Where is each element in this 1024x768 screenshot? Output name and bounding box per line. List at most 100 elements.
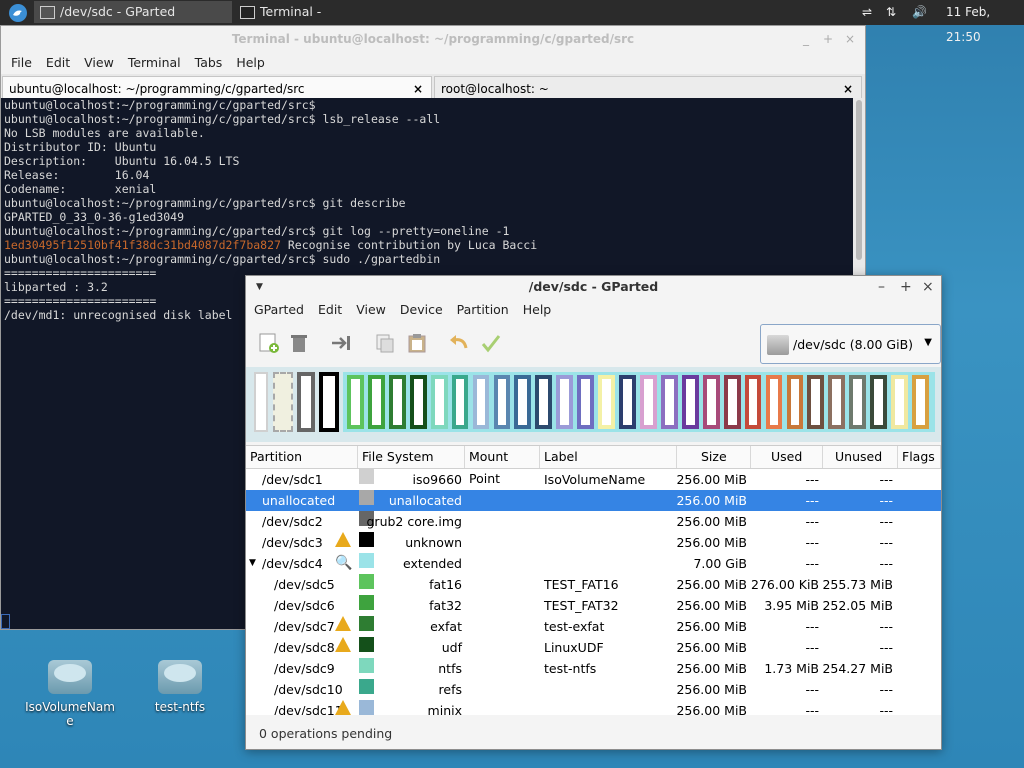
top-panel: /dev/sdc - GParted Terminal - ubuntu@loc… [0, 0, 1024, 44]
strip-seg-logical[interactable] [514, 375, 532, 429]
table-row[interactable]: /dev/sdc3 unknown 256.00 MiB --- --- [246, 532, 941, 553]
strip-seg-unallocated[interactable] [273, 372, 293, 432]
strip-seg-logical[interactable] [619, 375, 636, 429]
menu-partition[interactable]: Partition [450, 298, 516, 322]
strip-seg-logical[interactable] [535, 375, 553, 429]
xfce-logo-icon[interactable] [8, 3, 28, 23]
strip-seg-unknown[interactable] [319, 372, 339, 432]
strip-seg-logical[interactable] [640, 375, 657, 429]
clock[interactable]: 11 Feb, 21:50 [946, 0, 1024, 44]
table-row[interactable]: /dev/sdc8 udf LinuxUDF 256.00 MiB --- --- [246, 637, 941, 658]
maximize-icon[interactable]: + [900, 276, 912, 298]
tab-root[interactable]: root@localhost: ~ × [434, 76, 862, 100]
taskbar-gparted[interactable]: /dev/sdc - GParted [34, 1, 232, 23]
menu-tabs[interactable]: Tabs [188, 52, 230, 74]
strip-seg-extended[interactable] [343, 372, 935, 432]
gparted-titlebar[interactable]: ▼ /dev/sdc - GParted – + × [246, 276, 941, 298]
expander-icon[interactable]: ▼ [249, 553, 256, 574]
col-used[interactable]: Used [751, 446, 823, 468]
table-row[interactable]: unallocated unallocated 256.00 MiB --- --- [246, 490, 941, 511]
menu-view[interactable]: View [77, 52, 121, 74]
strip-seg-logical[interactable] [681, 375, 699, 429]
taskbar-terminal[interactable]: Terminal - ubuntu@localhost... [234, 1, 444, 41]
menu-view[interactable]: View [349, 298, 393, 322]
col-size[interactable]: Size [677, 446, 751, 468]
paste-icon[interactable] [406, 332, 428, 354]
strip-seg-logical[interactable] [849, 375, 867, 429]
table-row[interactable]: /dev/sdc6 fat32 TEST_FAT32 256.00 MiB 3.95 M… [246, 595, 941, 616]
strip-seg-logical[interactable] [451, 375, 469, 429]
tab-ubuntu[interactable]: ubuntu@localhost: ~/programming/c/gparte… [2, 76, 432, 100]
strip-seg-logical[interactable] [367, 375, 385, 429]
menu-edit[interactable]: Edit [311, 298, 349, 322]
table-row[interactable]: /dev/sdc10 refs 256.00 MiB --- --- [246, 679, 941, 700]
table-row[interactable]: /dev/sdc11 minix 256.00 MiB --- --- [246, 700, 941, 715]
copy-icon[interactable] [374, 332, 396, 354]
resize-move-icon[interactable] [330, 332, 352, 354]
menu-device[interactable]: Device [393, 298, 450, 322]
strip-seg-logical[interactable] [409, 375, 427, 429]
table-row[interactable]: /dev/sdc1 iso9660 IsoVolumeName 256.00 MiB -… [246, 469, 941, 490]
volume-icon[interactable]: 🔊 [912, 0, 927, 25]
strip-seg-logical[interactable] [556, 375, 574, 429]
minimize-icon[interactable]: – [878, 276, 885, 298]
strip-seg-logical[interactable] [723, 375, 741, 429]
desktop-icon-test-ntfs[interactable]: test-ntfs [132, 660, 228, 714]
menu-gparted[interactable]: GParted [247, 298, 311, 322]
minimize-icon[interactable]: _ [803, 26, 809, 52]
strip-seg-logical[interactable] [786, 375, 804, 429]
maximize-icon[interactable]: + [823, 26, 833, 52]
menu-file[interactable]: File [4, 52, 39, 74]
fs-color-swatch [359, 637, 374, 652]
close-icon[interactable]: × [845, 26, 855, 52]
strip-seg-logical[interactable] [891, 375, 908, 429]
unused: --- [879, 619, 893, 634]
col-mountpoint[interactable]: Mount Point [465, 446, 540, 486]
unused: --- [879, 493, 893, 508]
menu-help[interactable]: Help [229, 52, 272, 74]
updown-arrows-icon[interactable]: ⇅ [886, 0, 896, 25]
strip-seg-logical[interactable] [472, 375, 490, 429]
strip-seg-logical[interactable] [493, 375, 511, 429]
delete-icon[interactable] [288, 332, 310, 354]
key-icon: 🔍 [335, 555, 353, 571]
device-selector[interactable]: /dev/sdc (8.00 GiB) ▼ [760, 324, 941, 364]
table-row[interactable]: /dev/sdc2 grub2 core.img 256.00 MiB --- --- [246, 511, 941, 532]
new-partition-icon[interactable] [258, 332, 280, 354]
menu-help[interactable]: Help [516, 298, 559, 322]
col-filesystem[interactable]: File System [358, 446, 465, 468]
strip-seg-logical[interactable] [744, 375, 762, 429]
strip-seg-logical[interactable] [347, 375, 364, 429]
strip-seg-grub2[interactable] [297, 372, 315, 432]
strip-seg-iso9660[interactable] [254, 372, 268, 432]
col-partition[interactable]: Partition [246, 446, 358, 468]
strip-seg-logical[interactable] [598, 375, 615, 429]
strip-seg-logical[interactable] [870, 375, 888, 429]
menu-edit[interactable]: Edit [39, 52, 77, 74]
table-row[interactable]: ▼ /dev/sdc4 🔍 extended 7.00 GiB --- --- [246, 553, 941, 574]
col-flags[interactable]: Flags [898, 446, 941, 468]
strip-seg-logical[interactable] [702, 375, 720, 429]
strip-seg-logical[interactable] [577, 375, 595, 429]
table-row[interactable]: /dev/sdc7 exfat test-exfat 256.00 MiB --- --- [246, 616, 941, 637]
window-menu-icon[interactable]: ▼ [256, 276, 263, 298]
terminal-titlebar[interactable]: Terminal - ubuntu@localhost: ~/programmi… [1, 26, 865, 52]
table-row[interactable]: /dev/sdc5 fat16 TEST_FAT16 256.00 MiB 276.00… [246, 574, 941, 595]
apply-icon[interactable] [480, 332, 502, 354]
col-label[interactable]: Label [540, 446, 677, 468]
strip-seg-logical[interactable] [765, 375, 783, 429]
table-row[interactable]: /dev/sdc9 ntfs test-ntfs 256.00 MiB 1.73 MiB… [246, 658, 941, 679]
undo-icon[interactable] [448, 332, 470, 354]
scrollbar-thumb[interactable] [856, 100, 862, 260]
strip-seg-logical[interactable] [828, 375, 846, 429]
strip-seg-logical[interactable] [430, 375, 448, 429]
strip-seg-logical[interactable] [807, 375, 825, 429]
network-icon[interactable]: ⇌ [862, 0, 872, 25]
strip-seg-logical[interactable] [660, 375, 678, 429]
col-unused[interactable]: Unused [823, 446, 898, 468]
menu-terminal[interactable]: Terminal [121, 52, 188, 74]
desktop-icon-isovolumename[interactable]: IsoVolumeName [22, 660, 118, 728]
strip-seg-logical[interactable] [388, 375, 406, 429]
strip-seg-logical[interactable] [912, 375, 929, 429]
close-icon[interactable]: × [922, 276, 934, 298]
